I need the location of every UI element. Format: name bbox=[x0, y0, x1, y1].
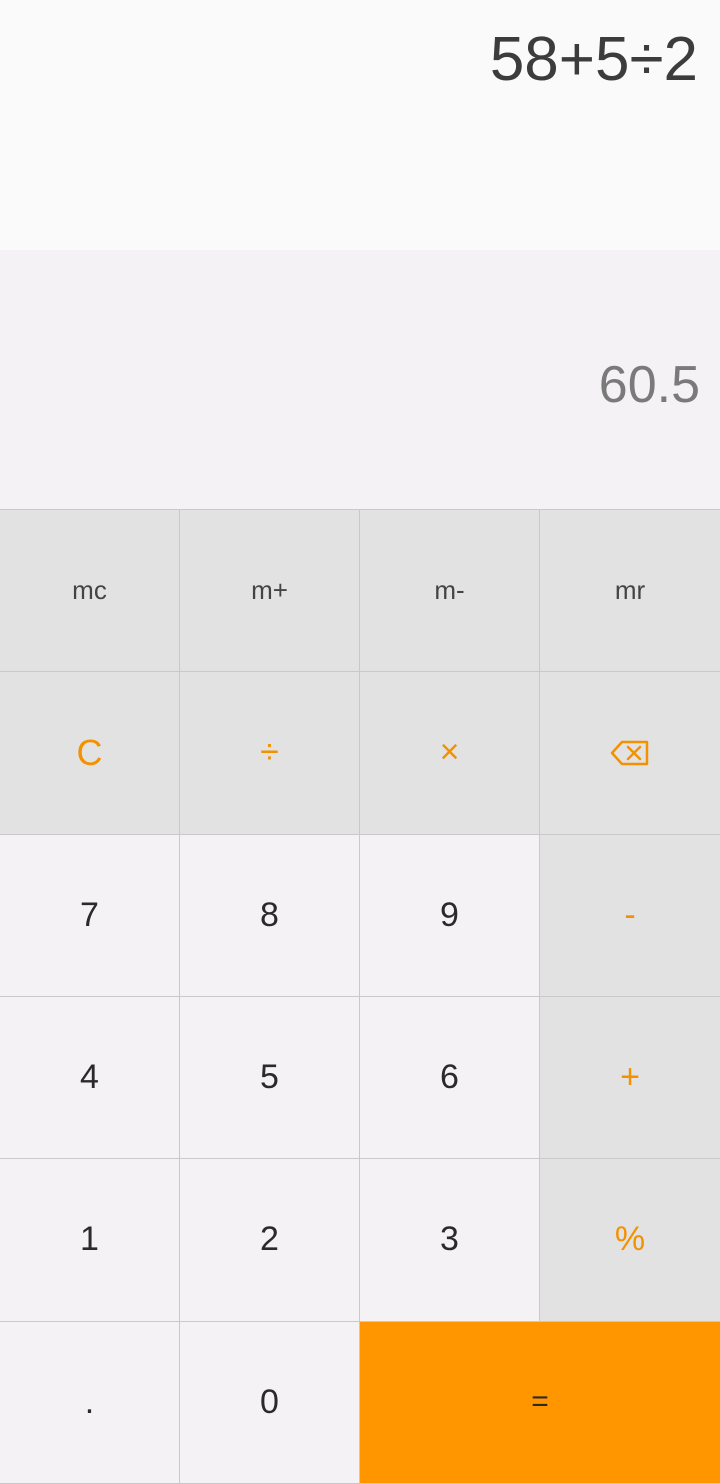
digit-8-button[interactable]: 8 bbox=[180, 834, 360, 997]
digit-1-button[interactable]: 1 bbox=[0, 1159, 180, 1322]
result-text: 60.5 bbox=[598, 356, 700, 414]
memory-subtract-button[interactable]: m- bbox=[360, 510, 540, 673]
digit-2-button[interactable]: 2 bbox=[180, 1159, 360, 1322]
plus-button[interactable]: + bbox=[540, 996, 720, 1160]
memory-clear-button[interactable]: mc bbox=[0, 510, 180, 673]
clear-button[interactable]: C bbox=[0, 672, 180, 835]
digit-5-button[interactable]: 5 bbox=[180, 996, 360, 1160]
digit-7-button[interactable]: 7 bbox=[0, 834, 180, 997]
decimal-point-button[interactable]: . bbox=[0, 1321, 180, 1484]
digit-0-button[interactable]: 0 bbox=[180, 1321, 360, 1484]
minus-button[interactable]: - bbox=[540, 834, 720, 997]
digit-3-button[interactable]: 3 bbox=[360, 1159, 540, 1322]
expression-text: 58+5÷2 bbox=[489, 25, 698, 94]
backspace-button[interactable] bbox=[540, 672, 720, 835]
keypad: mc m+ m- mr C ÷ × 7 8 9 - 4 5 6 + 1 2 3 … bbox=[0, 509, 720, 1484]
memory-add-button[interactable]: m+ bbox=[180, 510, 360, 673]
expression-display: 58+5÷2 bbox=[0, 0, 720, 250]
divide-button[interactable]: ÷ bbox=[180, 672, 360, 835]
memory-recall-button[interactable]: mr bbox=[540, 510, 720, 673]
digit-4-button[interactable]: 4 bbox=[0, 996, 180, 1160]
multiply-button[interactable]: × bbox=[360, 672, 540, 835]
digit-6-button[interactable]: 6 bbox=[360, 996, 540, 1160]
digit-9-button[interactable]: 9 bbox=[360, 834, 540, 997]
percent-button[interactable]: % bbox=[540, 1159, 720, 1322]
result-display: 60.5 bbox=[0, 250, 720, 509]
calculator-app: 58+5÷2 60.5 mc m+ m- mr C ÷ × 7 8 9 - 4 … bbox=[0, 0, 720, 1484]
equals-button[interactable]: = bbox=[360, 1321, 720, 1484]
backspace-icon bbox=[610, 740, 649, 766]
